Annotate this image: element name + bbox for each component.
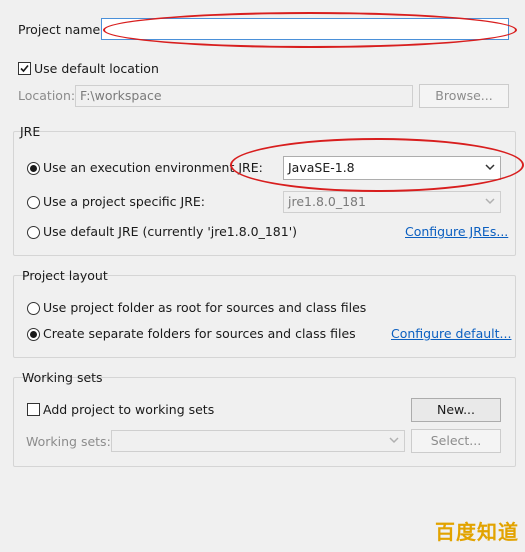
project-specific-jre-value: jre1.8.0_181	[288, 194, 366, 209]
browse-button[interactable]: Browse...	[419, 84, 509, 108]
project-layout-group	[13, 275, 516, 358]
configure-jres-link[interactable]: Configure JREs...	[405, 224, 508, 240]
radio-selected-dot	[30, 165, 37, 172]
default-jre-label: Use default JRE (currently 'jre1.8.0_181…	[43, 224, 298, 239]
separate-folders-label: Create separate folders for sources and …	[43, 326, 356, 341]
watermark-logo: 百度知道	[435, 520, 519, 544]
add-to-working-sets-checkbox[interactable]	[27, 403, 40, 416]
new-working-set-button[interactable]: New...	[411, 398, 501, 422]
radio-default-jre[interactable]	[27, 226, 40, 239]
radio-separate-folders[interactable]	[27, 328, 40, 341]
annotation-ellipse-project-name	[103, 12, 517, 48]
project-specific-jre-label: Use a project specific JRE:	[43, 194, 205, 209]
jre-group-title: JRE	[20, 124, 41, 139]
working-sets-group-title: Working sets	[22, 370, 103, 385]
project-folder-root-label: Use project folder as root for sources a…	[43, 300, 367, 315]
location-input[interactable]: F:\workspace	[75, 85, 413, 107]
chevron-down-icon	[485, 198, 495, 205]
chevron-down-icon	[389, 437, 399, 444]
radio-project-specific-jre[interactable]	[27, 196, 40, 209]
project-layout-group-title: Project layout	[22, 268, 108, 283]
project-name-label: Project name:	[18, 22, 105, 37]
select-working-sets-button[interactable]: Select...	[411, 429, 501, 453]
radio-execution-environment[interactable]	[27, 162, 40, 175]
use-default-location-label: Use default location	[34, 61, 159, 76]
working-sets-label: Working sets:	[26, 434, 111, 449]
radio-selected-dot	[30, 331, 37, 338]
working-sets-group	[13, 377, 516, 467]
annotation-ellipse-execution-environment	[230, 138, 524, 192]
location-label: Location:	[18, 88, 76, 103]
add-to-working-sets-label: Add project to working sets	[43, 402, 215, 417]
project-specific-jre-select[interactable]: jre1.8.0_181	[283, 191, 501, 213]
configure-default-link[interactable]: Configure default...	[391, 326, 511, 342]
check-icon	[20, 64, 29, 73]
working-sets-select[interactable]	[111, 430, 405, 452]
radio-project-folder-root[interactable]	[27, 302, 40, 315]
use-default-location-checkbox[interactable]	[18, 62, 31, 75]
